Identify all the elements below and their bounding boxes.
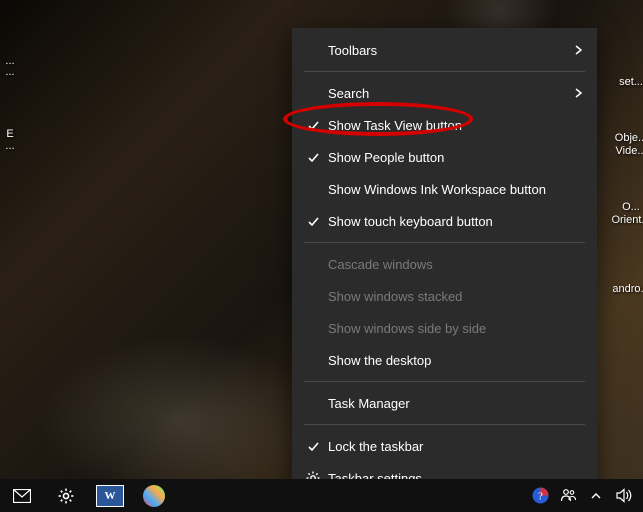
menu-label: Show Windows Ink Workspace button bbox=[324, 182, 583, 197]
menu-label: Show windows side by side bbox=[324, 321, 583, 336]
menu-item-search[interactable]: Search bbox=[292, 77, 597, 109]
svg-text:?: ? bbox=[538, 491, 543, 503]
menu-label: Show windows stacked bbox=[324, 289, 583, 304]
menu-label: Show touch keyboard button bbox=[324, 214, 583, 229]
menu-separator bbox=[304, 381, 585, 382]
check-icon bbox=[302, 440, 324, 453]
tray-chevron-up-icon[interactable] bbox=[587, 487, 605, 505]
desktop-icon-label[interactable]: Orient... bbox=[601, 214, 643, 226]
taskbar-context-menu: Toolbars Search Show Task View button Sh… bbox=[292, 28, 597, 500]
check-icon bbox=[302, 215, 324, 228]
menu-item-show-task-view[interactable]: Show Task View button bbox=[292, 109, 597, 141]
system-tray: ? bbox=[525, 479, 643, 512]
mail-button[interactable] bbox=[0, 479, 44, 512]
desktop-icon-label[interactable]: Vide... bbox=[601, 145, 643, 157]
help-icon[interactable]: ? bbox=[531, 487, 549, 505]
menu-label: Show Task View button bbox=[324, 118, 583, 133]
menu-item-task-manager[interactable]: Task Manager bbox=[292, 387, 597, 419]
menu-item-windows-stacked: Show windows stacked bbox=[292, 280, 597, 312]
menu-separator bbox=[304, 424, 585, 425]
check-icon bbox=[302, 151, 324, 164]
menu-item-show-people[interactable]: Show People button bbox=[292, 141, 597, 173]
desktop-icon-label[interactable]: ... bbox=[0, 140, 40, 152]
taskbar: W ? bbox=[0, 479, 643, 512]
menu-item-lock-taskbar[interactable]: Lock the taskbar bbox=[292, 430, 597, 462]
check-icon bbox=[302, 119, 324, 132]
desktop-icon-label[interactable]: E bbox=[0, 128, 40, 140]
chevron-right-icon bbox=[569, 88, 583, 98]
menu-label: Task Manager bbox=[324, 396, 583, 411]
app-paint-button[interactable] bbox=[132, 479, 176, 512]
menu-label: Toolbars bbox=[324, 43, 569, 58]
desktop-icon-label[interactable]: ... bbox=[0, 66, 40, 78]
menu-item-toolbars[interactable]: Toolbars bbox=[292, 34, 597, 66]
desktop-icon-label[interactable]: O... bbox=[601, 201, 643, 213]
menu-item-show-desktop[interactable]: Show the desktop bbox=[292, 344, 597, 376]
menu-label: Show the desktop bbox=[324, 353, 583, 368]
menu-separator bbox=[304, 242, 585, 243]
menu-label: Lock the taskbar bbox=[324, 439, 583, 454]
word-icon: W bbox=[96, 485, 124, 507]
volume-icon[interactable] bbox=[615, 487, 633, 505]
desktop-icon-label[interactable]: set... bbox=[601, 76, 643, 88]
menu-item-cascade-windows: Cascade windows bbox=[292, 248, 597, 280]
desktop-icon-label[interactable]: Obje... bbox=[601, 132, 643, 144]
menu-item-show-touch-keyboard[interactable]: Show touch keyboard button bbox=[292, 205, 597, 237]
menu-label: Cascade windows bbox=[324, 257, 583, 272]
settings-button[interactable] bbox=[44, 479, 88, 512]
app-word-button[interactable]: W bbox=[88, 479, 132, 512]
people-icon[interactable] bbox=[559, 487, 577, 505]
menu-item-windows-side-by-side: Show windows side by side bbox=[292, 312, 597, 344]
menu-label: Search bbox=[324, 86, 569, 101]
desktop-icon-label[interactable]: andro... bbox=[601, 283, 643, 295]
gear-icon bbox=[58, 488, 74, 504]
paint-icon bbox=[143, 485, 165, 507]
menu-item-show-ink[interactable]: Show Windows Ink Workspace button bbox=[292, 173, 597, 205]
chevron-right-icon bbox=[569, 45, 583, 55]
menu-label: Show People button bbox=[324, 150, 583, 165]
menu-separator bbox=[304, 71, 585, 72]
mail-icon bbox=[13, 489, 31, 503]
